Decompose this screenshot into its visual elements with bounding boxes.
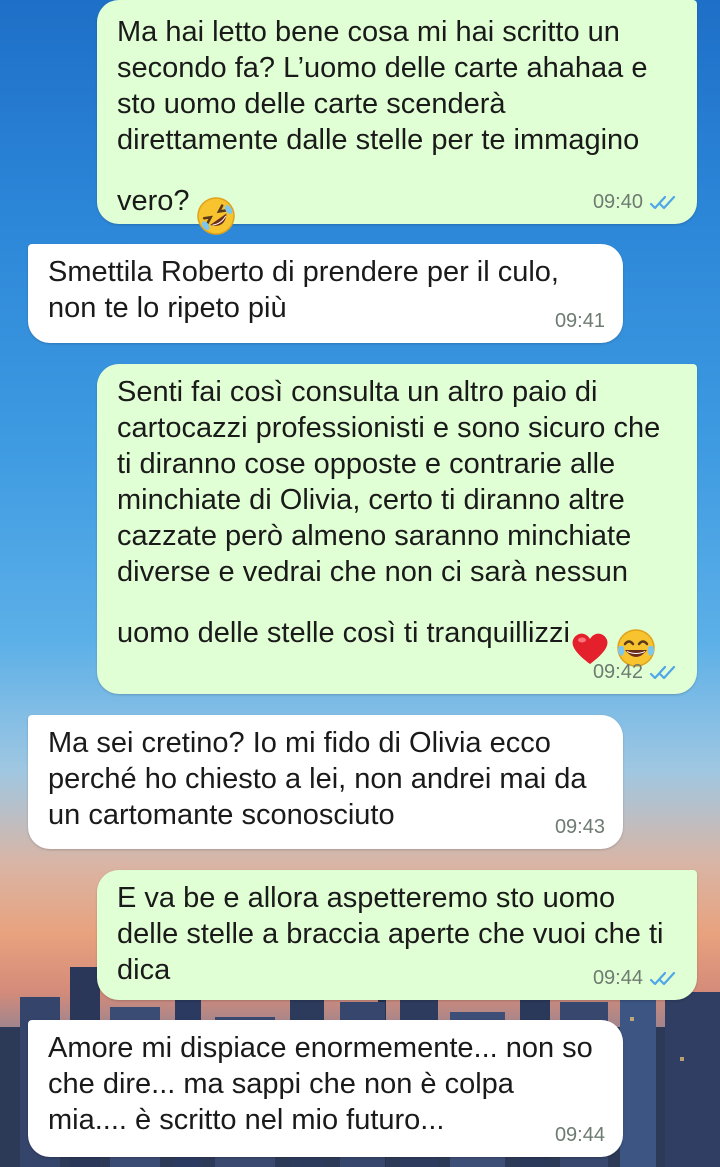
message-time: 09:44 — [592, 967, 643, 989]
message-text: Amore mi dispiace enormemente... non so … — [48, 1032, 593, 1136]
message-bubble-outgoing[interactable]: Ma hai letto bene cosa mi hai scritto un… — [97, 0, 697, 235]
read-double-check-icon — [649, 971, 676, 985]
message-time: 09:41 — [554, 310, 605, 332]
message-text: Smettila Roberto di prendere per il culo… — [48, 256, 559, 324]
message-meta: 09:42 — [593, 661, 679, 684]
message-bubble-outgoing[interactable]: Senti fai così consulta un altro paio di… — [97, 364, 697, 694]
message-meta: 09:41 — [555, 310, 605, 333]
message-text: Ma sei cretino? Io mi fido di Olivia ecc… — [48, 727, 587, 831]
message-time: 09:43 — [554, 816, 605, 838]
message-time: 09:40 — [592, 191, 643, 213]
message-text: Senti fai così consulta un altro paio di… — [117, 374, 677, 679]
message-meta: 09:43 — [555, 816, 605, 839]
message-time: 09:44 — [554, 1124, 605, 1146]
read-double-check-icon — [649, 195, 676, 209]
message-bubble-outgoing[interactable]: E va be e allora aspetteremo sto uomo de… — [97, 870, 697, 1000]
message-bubble-incoming[interactable]: Smettila Roberto di prendere per il culo… — [28, 244, 623, 343]
chat-conversation[interactable]: Ma hai letto bene cosa mi hai scritto un… — [0, 0, 720, 1167]
rolling-on-floor-laughing-emoji-icon — [194, 158, 238, 247]
message-meta: 09:44 — [555, 1124, 605, 1147]
read-double-check-icon — [649, 665, 676, 679]
message-meta: 09:44 — [593, 967, 679, 990]
message-time: 09:42 — [592, 661, 643, 683]
message-bubble-incoming[interactable]: Ma sei cretino? Io mi fido di Olivia ecc… — [28, 715, 623, 849]
message-bubble-incoming[interactable]: Amore mi dispiace enormemente... non so … — [28, 1020, 623, 1157]
message-meta: 09:40 — [593, 191, 679, 214]
